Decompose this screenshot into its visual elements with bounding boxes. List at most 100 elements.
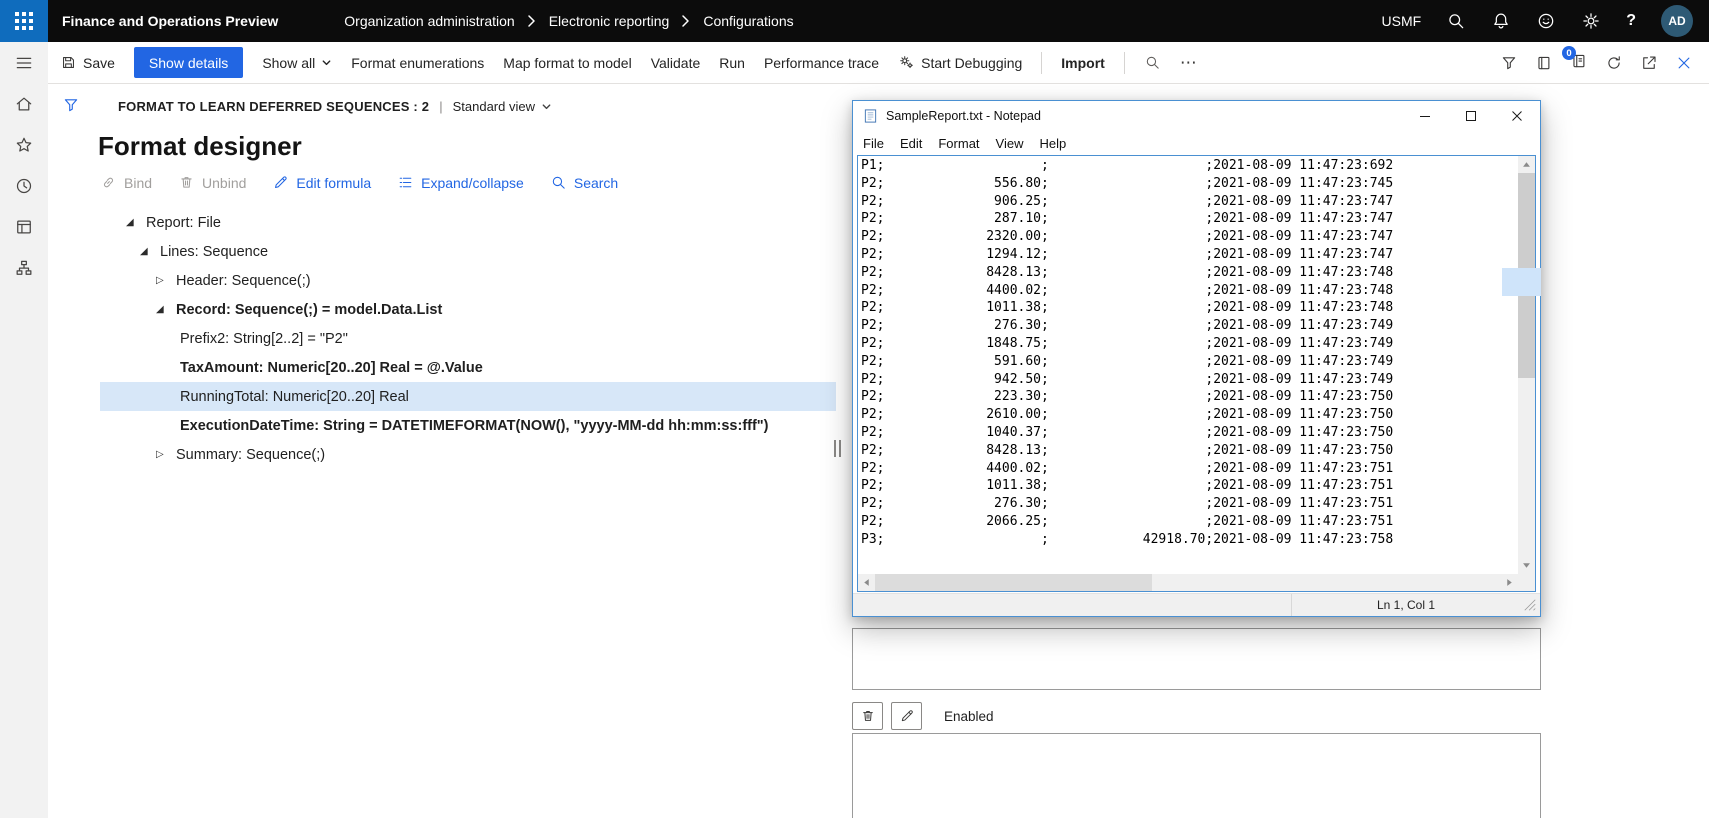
rail-home-button[interactable] bbox=[0, 83, 48, 124]
help-icon[interactable]: ? bbox=[1626, 12, 1636, 30]
start-debugging-button[interactable]: Start Debugging bbox=[898, 54, 1022, 71]
import-label: Import bbox=[1061, 54, 1105, 71]
minimize-button[interactable] bbox=[1402, 101, 1448, 131]
scroll-up-arrow-icon[interactable] bbox=[1518, 156, 1535, 173]
filter-funnel-icon[interactable] bbox=[1500, 54, 1518, 72]
bind-button[interactable]: Bind bbox=[100, 174, 152, 191]
edit-formula-button[interactable]: Edit formula bbox=[272, 174, 371, 191]
expand-menu-button[interactable] bbox=[0, 42, 48, 83]
close-page-icon[interactable] bbox=[1675, 54, 1693, 72]
alerts-bell-icon[interactable] bbox=[1491, 11, 1511, 31]
horizontal-scrollbar[interactable] bbox=[858, 574, 1518, 591]
formula-display-field[interactable] bbox=[852, 628, 1541, 690]
rail-workspaces-button[interactable] bbox=[0, 206, 48, 247]
tree-node-label: Lines: Sequence bbox=[160, 243, 269, 260]
refresh-icon[interactable] bbox=[1605, 54, 1623, 72]
view-selector[interactable]: Standard view bbox=[453, 99, 552, 114]
unbind-button[interactable]: Unbind bbox=[178, 174, 246, 191]
run-button[interactable]: Run bbox=[719, 55, 745, 71]
menu-help[interactable]: Help bbox=[1031, 136, 1074, 151]
delete-button[interactable] bbox=[852, 702, 883, 730]
search-icon[interactable] bbox=[1446, 11, 1466, 31]
save-button[interactable]: Save bbox=[60, 54, 115, 71]
rail-recent-button[interactable] bbox=[0, 165, 48, 206]
hamburger-icon bbox=[16, 57, 32, 68]
menu-file[interactable]: File bbox=[855, 136, 892, 151]
format-enumerations-button[interactable]: Format enumerations bbox=[351, 55, 484, 71]
menu-format[interactable]: Format bbox=[930, 136, 987, 151]
breadcrumb-module[interactable]: Organization administration bbox=[344, 13, 514, 29]
show-all-dropdown[interactable]: Show all bbox=[262, 55, 332, 71]
rail-modules-button[interactable] bbox=[0, 247, 48, 288]
notification-badge: 0 bbox=[1562, 46, 1576, 60]
app-launcher-button[interactable] bbox=[0, 0, 48, 42]
guide-book-icon[interactable] bbox=[1535, 54, 1553, 72]
trash-icon bbox=[181, 177, 192, 188]
notepad-titlebar[interactable]: SampleReport.txt - Notepad bbox=[853, 101, 1540, 131]
expand-collapse-button[interactable]: Expand/collapse bbox=[397, 174, 524, 191]
settings-gear-icon[interactable] bbox=[1581, 11, 1601, 31]
tree-node[interactable]: ▷ Summary: Sequence(;) bbox=[100, 440, 836, 469]
more-commands-button[interactable]: ⋯ bbox=[1180, 53, 1198, 73]
find-command-icon[interactable] bbox=[1144, 54, 1161, 71]
pencil-icon bbox=[901, 710, 913, 722]
modules-hierarchy-icon bbox=[16, 260, 32, 275]
tree-search-button[interactable]: Search bbox=[550, 174, 618, 191]
top-navigation-bar: Finance and Operations Preview Organizat… bbox=[0, 0, 1709, 42]
format-tree: ◢ Report: File ◢ Lines: Sequence ▷ Header: Se… bbox=[100, 208, 836, 469]
notepad-edit-area: P1; ; ;2021-08-09 11:47:23:692 P2; 556.8… bbox=[857, 155, 1536, 592]
notepad-text[interactable]: P1; ; ;2021-08-09 11:47:23:692 P2; 556.8… bbox=[861, 157, 1516, 572]
open-in-new-window-icon[interactable] bbox=[1640, 54, 1658, 72]
messages-button[interactable]: 0 bbox=[1562, 46, 1588, 73]
pane-splitter-handle[interactable] bbox=[834, 440, 841, 457]
tree-node[interactable]: TaxAmount: Numeric[20..20] Real = @.Valu… bbox=[100, 353, 836, 382]
collapse-triangle-icon[interactable]: ◢ bbox=[140, 246, 160, 257]
collapse-triangle-icon[interactable]: ◢ bbox=[126, 217, 146, 228]
caption-separator: | bbox=[439, 99, 443, 114]
tree-node[interactable]: ◢ Report: File bbox=[100, 208, 836, 237]
tree-node-label: TaxAmount: Numeric[20..20] Real = @.Valu… bbox=[180, 359, 483, 376]
tree-node[interactable]: RunningTotal: Numeric[20..20] Real bbox=[100, 382, 836, 411]
edit-button[interactable] bbox=[891, 702, 922, 730]
feedback-smiley-icon[interactable] bbox=[1536, 11, 1556, 31]
tree-node[interactable]: ▷ Header: Sequence(;) bbox=[100, 266, 836, 295]
breadcrumb-area[interactable]: Electronic reporting bbox=[549, 13, 670, 29]
scroll-left-arrow-icon[interactable] bbox=[858, 574, 875, 591]
tree-node[interactable]: ◢ Lines: Sequence bbox=[100, 237, 836, 266]
resize-grip[interactable] bbox=[1520, 594, 1540, 617]
collapse-triangle-icon[interactable]: ◢ bbox=[156, 304, 176, 315]
tree-node[interactable]: ExecutionDateTime: String = DATETIMEFORM… bbox=[100, 411, 836, 440]
cursor-position-status: Ln 1, Col 1 bbox=[1376, 598, 1436, 612]
company-picker[interactable]: USMF bbox=[1382, 13, 1422, 29]
import-button[interactable]: Import bbox=[1061, 55, 1105, 71]
tree-node[interactable]: ◢ Record: Sequence(;) = model.Data.List bbox=[100, 295, 836, 324]
breadcrumb-page[interactable]: Configurations bbox=[703, 13, 793, 29]
maximize-button[interactable] bbox=[1448, 101, 1494, 131]
expand-triangle-icon[interactable]: ▷ bbox=[156, 275, 176, 286]
rail-favorites-button[interactable] bbox=[0, 124, 48, 165]
vertical-scrollbar[interactable] bbox=[1518, 156, 1535, 574]
tree-node-label: Header: Sequence(;) bbox=[176, 272, 311, 289]
show-filters-button[interactable] bbox=[58, 92, 84, 118]
map-format-to-model-label: Map format to model bbox=[503, 54, 632, 71]
tree-node[interactable]: Prefix2: String[2..2] = "P2" bbox=[100, 324, 836, 353]
enabled-input-field[interactable] bbox=[852, 733, 1541, 818]
waffle-icon bbox=[15, 12, 33, 30]
user-avatar[interactable]: AD bbox=[1661, 5, 1693, 37]
show-details-button[interactable]: Show details bbox=[133, 47, 244, 78]
horizontal-scroll-thumb[interactable] bbox=[875, 574, 1153, 591]
performance-trace-button[interactable]: Performance trace bbox=[764, 55, 879, 71]
scroll-right-arrow-icon[interactable] bbox=[1501, 574, 1518, 591]
menu-view[interactable]: View bbox=[988, 136, 1032, 151]
validate-label: Validate bbox=[650, 54, 701, 71]
window-controls bbox=[1402, 101, 1540, 131]
map-format-to-model-button[interactable]: Map format to model bbox=[503, 55, 631, 71]
menu-edit[interactable]: Edit bbox=[892, 136, 930, 151]
panel-highlight-fragment bbox=[1502, 268, 1541, 296]
enabled-field-label: Enabled bbox=[944, 708, 994, 724]
close-window-button[interactable] bbox=[1494, 101, 1540, 131]
validate-button[interactable]: Validate bbox=[651, 55, 701, 71]
scroll-down-arrow-icon[interactable] bbox=[1518, 557, 1535, 574]
close-icon bbox=[1512, 111, 1522, 121]
expand-triangle-icon[interactable]: ▷ bbox=[156, 449, 176, 460]
